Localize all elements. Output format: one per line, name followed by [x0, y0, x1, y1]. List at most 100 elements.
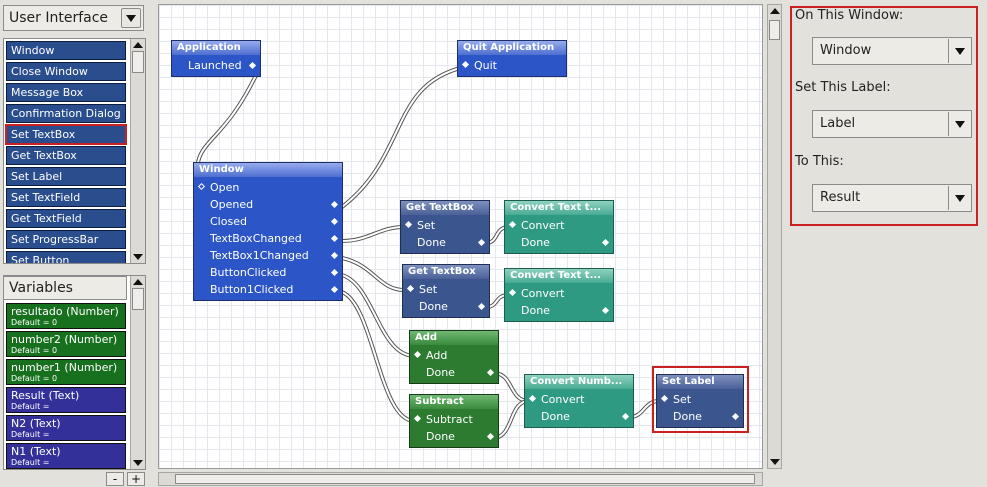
window-dropdown[interactable]: Window	[812, 37, 972, 65]
action-item[interactable]: Get TextBox	[6, 146, 126, 165]
port-launched[interactable]: Launched	[172, 57, 260, 74]
scroll-down-icon[interactable]	[133, 460, 143, 466]
port-convert[interactable]: Convert	[525, 391, 633, 408]
port-set[interactable]: Set	[401, 217, 489, 234]
scrollbar-thumb[interactable]	[175, 474, 755, 484]
action-item[interactable]: Set TextBox	[5, 124, 127, 145]
input-port-icon[interactable]	[508, 220, 517, 229]
variable-item[interactable]: number1 (Number) Default = 0	[6, 359, 126, 385]
port-done[interactable]: Done	[505, 234, 613, 251]
action-item[interactable]: Set ProgressBar	[6, 230, 126, 249]
port-textbox1-changed[interactable]: TextBox1Changed	[194, 247, 342, 264]
port-quit[interactable]: Quit	[458, 57, 566, 74]
output-port-icon[interactable]	[330, 217, 339, 226]
port-convert[interactable]: Convert	[505, 285, 613, 302]
scroll-up-icon[interactable]	[133, 279, 143, 285]
action-item[interactable]: Confirmation Dialog	[6, 104, 126, 123]
output-port-icon[interactable]	[330, 285, 339, 294]
port-button-clicked[interactable]: ButtonClicked	[194, 264, 342, 281]
scroll-up-icon[interactable]	[133, 42, 143, 48]
port-add[interactable]: Add	[410, 347, 498, 364]
output-port-icon[interactable]	[248, 61, 257, 70]
action-item[interactable]: Set Label	[6, 167, 126, 186]
port-open[interactable]: Open	[194, 179, 342, 196]
scrollbar-thumb[interactable]	[769, 20, 780, 40]
port-done[interactable]: Done	[401, 234, 489, 251]
output-port-icon[interactable]	[486, 432, 495, 441]
port-button1-clicked[interactable]: Button1Clicked	[194, 281, 342, 298]
port-textbox-changed[interactable]: TextBoxChanged	[194, 230, 342, 247]
port-done[interactable]: Done	[525, 408, 633, 425]
scrollbar-thumb[interactable]	[132, 51, 144, 73]
category-dropdown[interactable]: User Interface	[3, 5, 144, 31]
input-port-icon[interactable]	[197, 182, 206, 191]
input-port-icon[interactable]	[406, 284, 415, 293]
node-application[interactable]: Application Launched	[171, 40, 261, 77]
scroll-up-icon[interactable]	[770, 8, 780, 14]
node-get-textbox[interactable]: Get TextBox Set Done	[400, 200, 490, 254]
variables-scrollbar[interactable]	[130, 276, 145, 469]
output-port-icon[interactable]	[477, 302, 486, 311]
port-done[interactable]: Done	[505, 302, 613, 319]
to-this-dropdown[interactable]: Result	[812, 184, 972, 212]
variables-list[interactable]: resultado (Number) Default = 0 number2 (Nu…	[3, 275, 146, 470]
variable-item[interactable]: number2 (Number) Default = 0	[6, 331, 126, 357]
chevron-down-icon[interactable]	[948, 186, 970, 210]
scroll-down-icon[interactable]	[133, 254, 143, 260]
port-done[interactable]: Done	[403, 298, 489, 315]
variable-item[interactable]: Result (Text) Default =	[6, 387, 126, 413]
output-port-icon[interactable]	[330, 200, 339, 209]
output-port-icon[interactable]	[330, 268, 339, 277]
add-variable-button[interactable]: +	[127, 472, 145, 486]
output-port-icon[interactable]	[330, 234, 339, 243]
node-convert-number[interactable]: Convert Numb... Convert Done	[524, 374, 634, 428]
action-list-scrollbar[interactable]	[130, 39, 145, 263]
node-get-textbox[interactable]: Get TextBox Set Done	[402, 264, 490, 318]
port-set[interactable]: Set	[403, 281, 489, 298]
chevron-down-icon[interactable]	[948, 112, 970, 136]
output-port-icon[interactable]	[477, 238, 486, 247]
label-dropdown[interactable]: Label	[812, 110, 972, 138]
action-item[interactable]: Close Window	[6, 62, 126, 81]
output-port-icon[interactable]	[486, 368, 495, 377]
canvas-vertical-scrollbar[interactable]	[767, 4, 782, 469]
chevron-down-icon[interactable]	[948, 39, 970, 63]
action-item[interactable]: Set Button	[6, 251, 126, 263]
output-port-icon[interactable]	[621, 412, 630, 421]
node-add[interactable]: Add Add Done	[409, 330, 499, 384]
variable-item[interactable]: N2 (Text) Default =	[6, 415, 126, 441]
port-done[interactable]: Done	[410, 364, 498, 381]
input-port-icon[interactable]	[528, 394, 537, 403]
output-port-icon[interactable]	[601, 306, 610, 315]
port-closed[interactable]: Closed	[194, 213, 342, 230]
variable-item[interactable]: N1 (Text) Default =	[6, 443, 126, 469]
chevron-down-icon[interactable]	[121, 8, 141, 28]
remove-variable-button[interactable]: -	[106, 472, 124, 486]
variable-item[interactable]: resultado (Number) Default = 0	[6, 303, 126, 329]
output-port-icon[interactable]	[330, 251, 339, 260]
action-list[interactable]: Window Close Window Message Box Confirmatio…	[3, 38, 146, 264]
port-opened[interactable]: Opened	[194, 196, 342, 213]
node-convert-text[interactable]: Convert Text t... Convert Done	[504, 268, 614, 322]
scrollbar-thumb[interactable]	[132, 288, 144, 310]
canvas-horizontal-scrollbar[interactable]	[158, 472, 763, 486]
port-convert[interactable]: Convert	[505, 217, 613, 234]
port-done[interactable]: Done	[410, 428, 498, 445]
flow-canvas[interactable]: Application Launched Quit Application Qu…	[158, 4, 763, 469]
input-port-icon[interactable]	[461, 60, 470, 69]
action-item[interactable]: Set TextField	[6, 188, 126, 207]
input-port-icon[interactable]	[413, 350, 422, 359]
port-subtract[interactable]: Subtract	[410, 411, 498, 428]
action-item[interactable]: Message Box	[6, 83, 126, 102]
input-port-icon[interactable]	[404, 220, 413, 229]
node-quit-application[interactable]: Quit Application Quit	[457, 40, 567, 77]
action-item[interactable]: Get TextField	[6, 209, 126, 228]
action-item[interactable]: Window	[6, 41, 126, 60]
input-port-icon[interactable]	[413, 414, 422, 423]
node-subtract[interactable]: Subtract Subtract Done	[409, 394, 499, 448]
output-port-icon[interactable]	[601, 238, 610, 247]
node-window[interactable]: Window Open Opened Closed TextBoxChanged…	[193, 162, 343, 301]
input-port-icon[interactable]	[508, 288, 517, 297]
node-convert-text[interactable]: Convert Text t... Convert Done	[504, 200, 614, 254]
scroll-down-icon[interactable]	[770, 459, 780, 465]
